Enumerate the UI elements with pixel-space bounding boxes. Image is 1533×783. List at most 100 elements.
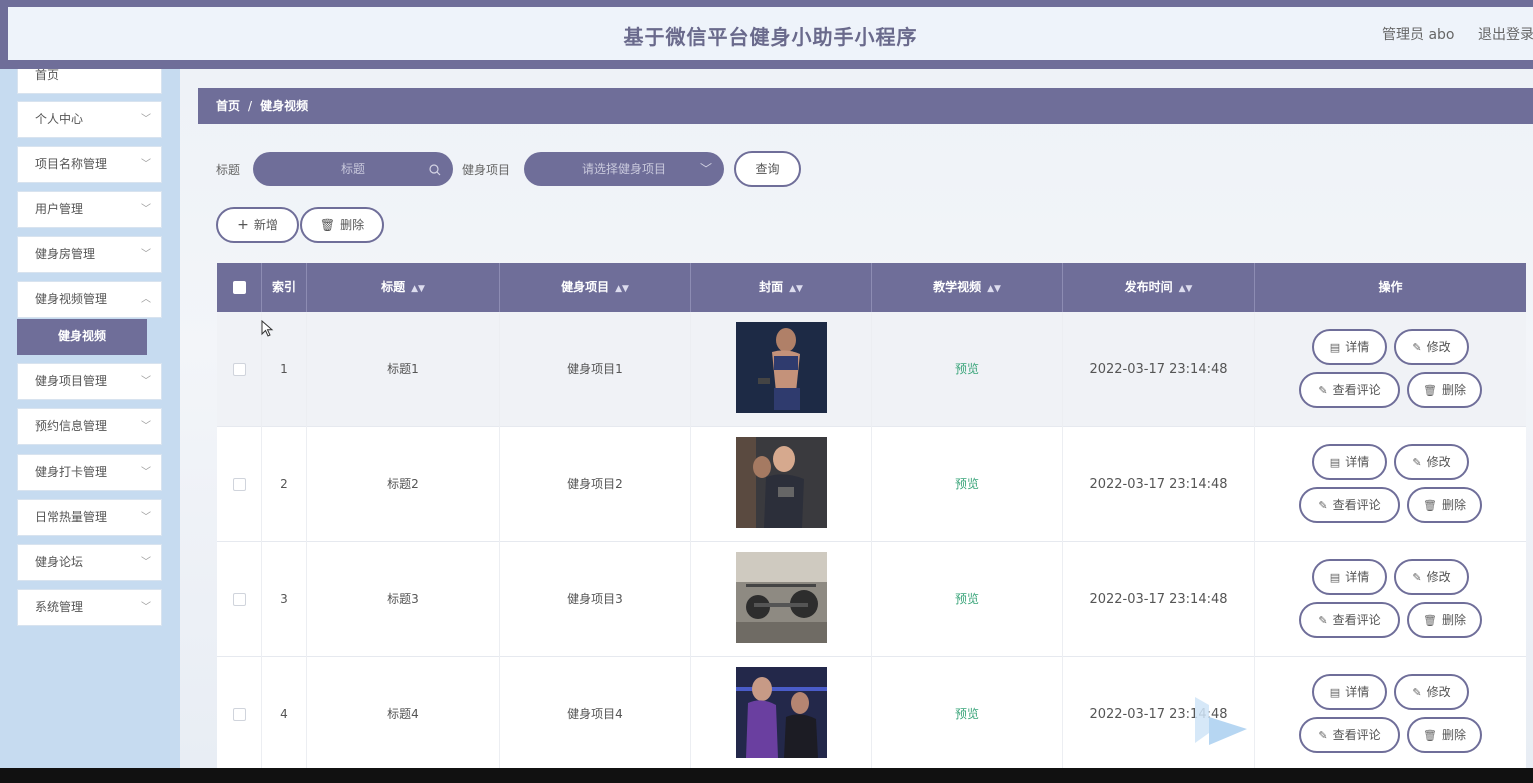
edit-button[interactable]: ✎ 修改: [1394, 559, 1469, 595]
chevron-down-icon: ﹀: [141, 159, 151, 170]
sidebar-subitem-fitness-video[interactable]: 健身视频: [17, 319, 147, 355]
detail-button[interactable]: ▤ 详情: [1312, 674, 1387, 710]
sort-icon: ▲▼: [789, 284, 803, 294]
cell-title: 标题4: [307, 657, 500, 768]
pencil-icon: ✎: [1318, 614, 1328, 627]
cell-project: 健身项目4: [500, 657, 691, 768]
col-video[interactable]: 教学视频 ▲▼: [872, 263, 1063, 312]
view-comments-button[interactable]: ✎ 查看评论: [1299, 372, 1400, 408]
chevron-down-icon: ﹀: [141, 114, 151, 125]
col-time[interactable]: 发布时间 ▲▼: [1063, 263, 1255, 312]
sidebar-item-reservations[interactable]: 预约信息管理 ﹀: [17, 408, 162, 445]
chevron-down-icon: ﹀: [141, 557, 151, 568]
cell-video-preview-link[interactable]: 预览: [872, 542, 1063, 657]
sort-icon: ▲▼: [987, 284, 1001, 294]
play-logo-icon: [1195, 697, 1247, 745]
pencil-icon: ✎: [1412, 686, 1422, 699]
cover-image[interactable]: [736, 437, 827, 528]
sidebar-item-project-name[interactable]: 项目名称管理 ﹀: [17, 146, 162, 183]
bottom-bar: [0, 768, 1533, 783]
title-label: 标题: [216, 163, 241, 177]
row-checkbox[interactable]: [233, 593, 246, 606]
table-row: 4 标题4 健身项目4 预览 2022-03-17 23:14:48 ▤ 详情 ✎…: [217, 657, 1526, 768]
sidebar-item-personal-center[interactable]: 个人中心 ﹀: [17, 101, 162, 138]
chevron-down-icon: ﹀: [141, 376, 151, 387]
detail-button[interactable]: ▤ 详情: [1312, 329, 1387, 365]
detail-button[interactable]: ▤ 详情: [1312, 559, 1387, 595]
sidebar-item-calories[interactable]: 日常热量管理 ﹀: [17, 499, 162, 536]
add-button[interactable]: + 新增: [216, 207, 299, 243]
cover-image[interactable]: [736, 667, 827, 758]
cover-image[interactable]: [736, 552, 827, 643]
table-row: 2 标题2 健身项目2 预览 2022-03-17 23:14:48 ▤ 详情 ✎…: [217, 427, 1526, 542]
cell-video-preview-link[interactable]: 预览: [872, 312, 1063, 427]
chevron-down-icon: ﹀: [141, 512, 151, 523]
breadcrumb: 首页 / 健身视频: [198, 88, 1533, 124]
cell-video-preview-link[interactable]: 预览: [872, 657, 1063, 768]
row-checkbox[interactable]: [233, 478, 246, 491]
sidebar-item-users[interactable]: 用户管理 ﹀: [17, 191, 162, 228]
row-delete-button[interactable]: 🗑 删除: [1407, 372, 1482, 408]
trash-icon: 🗑: [1423, 384, 1437, 397]
admin-username: 管理员 abo: [1382, 27, 1455, 43]
trash-icon: 🗑: [1423, 614, 1437, 627]
document-icon: ▤: [1329, 456, 1341, 469]
row-checkbox[interactable]: [233, 708, 246, 721]
col-index: 索引: [262, 263, 307, 312]
search-icon: [429, 152, 441, 186]
sidebar-item-checkin[interactable]: 健身打卡管理 ﹀: [17, 454, 162, 491]
pencil-icon: ✎: [1412, 456, 1422, 469]
table-row: 3 标题3 健身项目3 预览 2022-03-17 23:14:48 ▤ 详情 ✎…: [217, 542, 1526, 657]
edit-button[interactable]: ✎ 修改: [1394, 329, 1469, 365]
select-all-checkbox[interactable]: [233, 281, 246, 294]
breadcrumb-current: 健身视频: [260, 99, 309, 113]
pencil-icon: ✎: [1318, 499, 1328, 512]
cell-time: 2022-03-17 23:14:48: [1063, 542, 1255, 657]
sidebar: 首页 个人中心 ﹀ 项目名称管理 ﹀ 用户管理 ﹀ 健身房管理 ﹀ 健身视频管理 ︿ 健身…: [0, 69, 180, 768]
edit-button[interactable]: ✎ 修改: [1394, 674, 1469, 710]
sort-icon: ▲▼: [411, 284, 425, 294]
breadcrumb-home[interactable]: 首页: [216, 99, 240, 113]
cell-video-preview-link[interactable]: 预览: [872, 427, 1063, 542]
table-header: 索引 标题 ▲▼ 健身项目 ▲▼ 封面 ▲▼ 教学视频 ▲▼ 发布时间 ▲▼ 操作: [217, 263, 1526, 312]
chevron-down-icon: ﹀: [141, 467, 151, 478]
sidebar-item-video-management[interactable]: 健身视频管理 ︿: [17, 281, 162, 318]
cell-title: 标题2: [307, 427, 500, 542]
mouse-cursor-icon: [261, 320, 274, 337]
cover-image[interactable]: [736, 322, 827, 413]
cell-index: 2: [262, 427, 307, 542]
view-comments-button[interactable]: ✎ 查看评论: [1299, 602, 1400, 638]
chevron-down-icon: ﹀: [141, 421, 151, 432]
cell-project: 健身项目2: [500, 427, 691, 542]
view-comments-button[interactable]: ✎ 查看评论: [1299, 717, 1400, 753]
col-cover[interactable]: 封面 ▲▼: [691, 263, 872, 312]
pencil-icon: ✎: [1412, 571, 1422, 584]
trash-icon: 🗑: [1423, 729, 1437, 742]
row-delete-button[interactable]: 🗑 删除: [1407, 717, 1482, 753]
project-select[interactable]: 请选择健身项目 ﹀: [524, 152, 724, 186]
detail-button[interactable]: ▤ 详情: [1312, 444, 1387, 480]
delete-button[interactable]: 🗑 删除: [300, 207, 384, 243]
row-delete-button[interactable]: 🗑 删除: [1407, 602, 1482, 638]
view-comments-button[interactable]: ✎ 查看评论: [1299, 487, 1400, 523]
sidebar-item-project-management[interactable]: 健身项目管理 ﹀: [17, 363, 162, 400]
plus-icon: +: [237, 217, 249, 233]
sidebar-item-home[interactable]: 首页: [17, 69, 162, 94]
logout-link[interactable]: 退出登录: [1478, 24, 1533, 44]
edit-button[interactable]: ✎ 修改: [1394, 444, 1469, 480]
document-icon: ▤: [1329, 571, 1341, 584]
table-row: 1 标题1 健身项目1 预览 2022-03-17 23:14:48 ▤ 详情 ✎…: [217, 312, 1526, 427]
sidebar-item-forum[interactable]: 健身论坛 ﹀: [17, 544, 162, 581]
col-title[interactable]: 标题 ▲▼: [307, 263, 500, 312]
title-search-input[interactable]: 标题: [253, 152, 453, 186]
cell-project: 健身项目1: [500, 312, 691, 427]
row-delete-button[interactable]: 🗑 删除: [1407, 487, 1482, 523]
cell-time: 2022-03-17 23:14:48: [1063, 427, 1255, 542]
row-checkbox[interactable]: [233, 363, 246, 376]
sidebar-item-system[interactable]: 系统管理 ﹀: [17, 589, 162, 626]
col-project[interactable]: 健身项目 ▲▼: [500, 263, 691, 312]
query-button[interactable]: 查询: [734, 151, 801, 187]
sidebar-item-gyms[interactable]: 健身房管理 ﹀: [17, 236, 162, 273]
cell-time: 2022-03-17 23:14:48: [1063, 312, 1255, 427]
chevron-down-icon: ﹀: [141, 204, 151, 215]
